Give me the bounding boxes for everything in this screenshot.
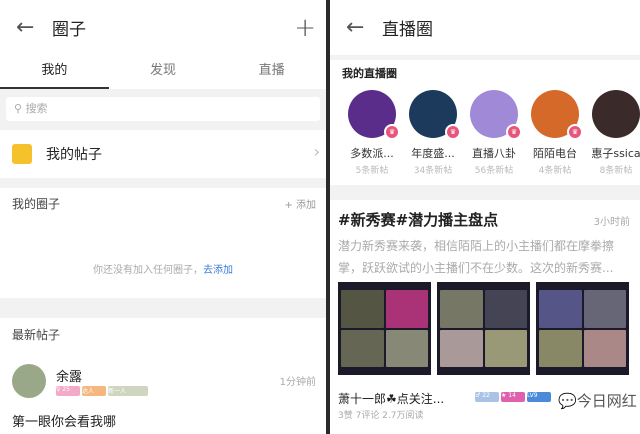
- chevron-right-icon: ›: [313, 142, 320, 161]
- search-placeholder: 搜索: [25, 102, 48, 115]
- tag: ♂ 22: [475, 392, 499, 402]
- search-icon: ⚲: [14, 102, 26, 115]
- header: ← 圈子 +: [0, 0, 326, 55]
- circle-avatar[interactable]: ♛: [531, 90, 583, 140]
- circle-avatar[interactable]: ♛: [470, 90, 522, 140]
- crown-badge-icon: ♛: [567, 124, 583, 140]
- circle-count: 34条新帖: [413, 166, 453, 176]
- empty-text: 你还没有加入任何圈子，: [93, 265, 203, 276]
- post-author[interactable]: 余露: [56, 366, 82, 385]
- tab-bar: 我的 发现 直播: [0, 55, 326, 89]
- avatar[interactable]: [12, 364, 46, 398]
- crown-badge-icon: ♛: [445, 124, 461, 140]
- post-stats: 3赞 7评论 2.7万阅读: [338, 411, 424, 421]
- post-image[interactable]: [536, 282, 629, 375]
- plus-icon[interactable]: +: [294, 13, 316, 43]
- tag: 达人: [82, 386, 106, 396]
- crown-badge-icon: ♛: [506, 124, 522, 140]
- user-tags: ♀ 25 达人 新一人: [56, 386, 150, 396]
- live-circles-panel: ← 直播圈 我的直播圈 #新秀赛#潜力播主盘点 3小时前 潜力新秀赛来袭，相信陌…: [330, 0, 640, 434]
- tag: 新一人: [108, 386, 148, 396]
- my-posts-row[interactable]: 我的帖子 ›: [0, 130, 326, 178]
- tag: ★ 14: [501, 392, 525, 402]
- my-posts-label: 我的帖子: [46, 147, 102, 163]
- crown-badge-icon: ♛: [384, 124, 400, 140]
- back-arrow-icon[interactable]: ←: [16, 15, 52, 40]
- circle-name[interactable]: 年度盛...: [401, 145, 465, 161]
- header: ← 直播圈: [330, 0, 640, 55]
- post-time: 3小时前: [593, 217, 630, 228]
- tab-mine[interactable]: 我的: [0, 55, 109, 89]
- circle-avatar[interactable]: ♛: [409, 90, 461, 140]
- my-circles-section: 我的圈子 + 添加 你还没有加入任何圈子，去添加: [0, 188, 326, 298]
- circle-name[interactable]: 惠子ssica: [584, 145, 640, 161]
- latest-posts-heading: 最新帖子: [12, 328, 61, 342]
- latest-posts-section: 最新帖子 余露 ♀ 25 达人 新一人 1分钟前 第一眼你会看我哪: [0, 318, 326, 434]
- user-tags: ♂ 22 ★ 14 LV9: [475, 392, 553, 402]
- circle-name[interactable]: 直播八卦: [462, 145, 526, 161]
- wechat-icon: 💬: [558, 392, 577, 410]
- post-time: 1分钟前: [279, 377, 316, 388]
- page-title: 圈子: [52, 20, 86, 40]
- search-input[interactable]: ⚲ 搜索: [6, 97, 320, 121]
- circle-count: 56条新帖: [474, 166, 514, 176]
- tab-live[interactable]: 直播: [217, 55, 326, 89]
- circle-count: 8条新帖: [599, 166, 633, 176]
- post-title[interactable]: #新秀赛#潜力播主盘点: [338, 209, 498, 230]
- circle-avatar[interactable]: [592, 90, 640, 138]
- tag: LV9: [527, 392, 551, 402]
- watermark-text: 今日网红: [576, 392, 637, 410]
- circle-count: 5条新帖: [355, 166, 389, 176]
- posts-icon: [12, 144, 32, 164]
- post-author[interactable]: 萧十一郎☘点关注...: [338, 390, 444, 407]
- circle-name[interactable]: 陌陌电台: [523, 145, 587, 161]
- post-image[interactable]: [338, 282, 431, 375]
- circles-panel: ← 圈子 + 我的 发现 直播 ⚲ 搜索 我的帖子 › 我的圈子 + 添加 你还…: [0, 0, 326, 434]
- post-body: 潜力新秀赛来袭，相信陌陌上的小主播们都在摩拳擦掌，跃跃欲试的小主播们不在少数。这…: [338, 239, 615, 275]
- tag: ♀ 25: [56, 386, 80, 396]
- circle-name[interactable]: 多数派...: [340, 145, 404, 161]
- page-title: 直播圈: [382, 20, 433, 40]
- back-arrow-icon[interactable]: ←: [346, 15, 382, 40]
- add-link[interactable]: 去添加: [203, 265, 233, 276]
- section-heading: 我的直播圈: [342, 67, 397, 80]
- circle-count: 4条新帖: [538, 166, 572, 176]
- watermark: 💬今日网红: [558, 390, 637, 411]
- my-circles-heading: 我的圈子: [12, 197, 61, 211]
- add-button[interactable]: + 添加: [284, 196, 316, 211]
- tab-discover[interactable]: 发现: [109, 55, 218, 89]
- post-content[interactable]: 第一眼你会看我哪: [12, 411, 116, 430]
- post-image[interactable]: [437, 282, 530, 375]
- circle-avatar[interactable]: ♛: [348, 90, 400, 140]
